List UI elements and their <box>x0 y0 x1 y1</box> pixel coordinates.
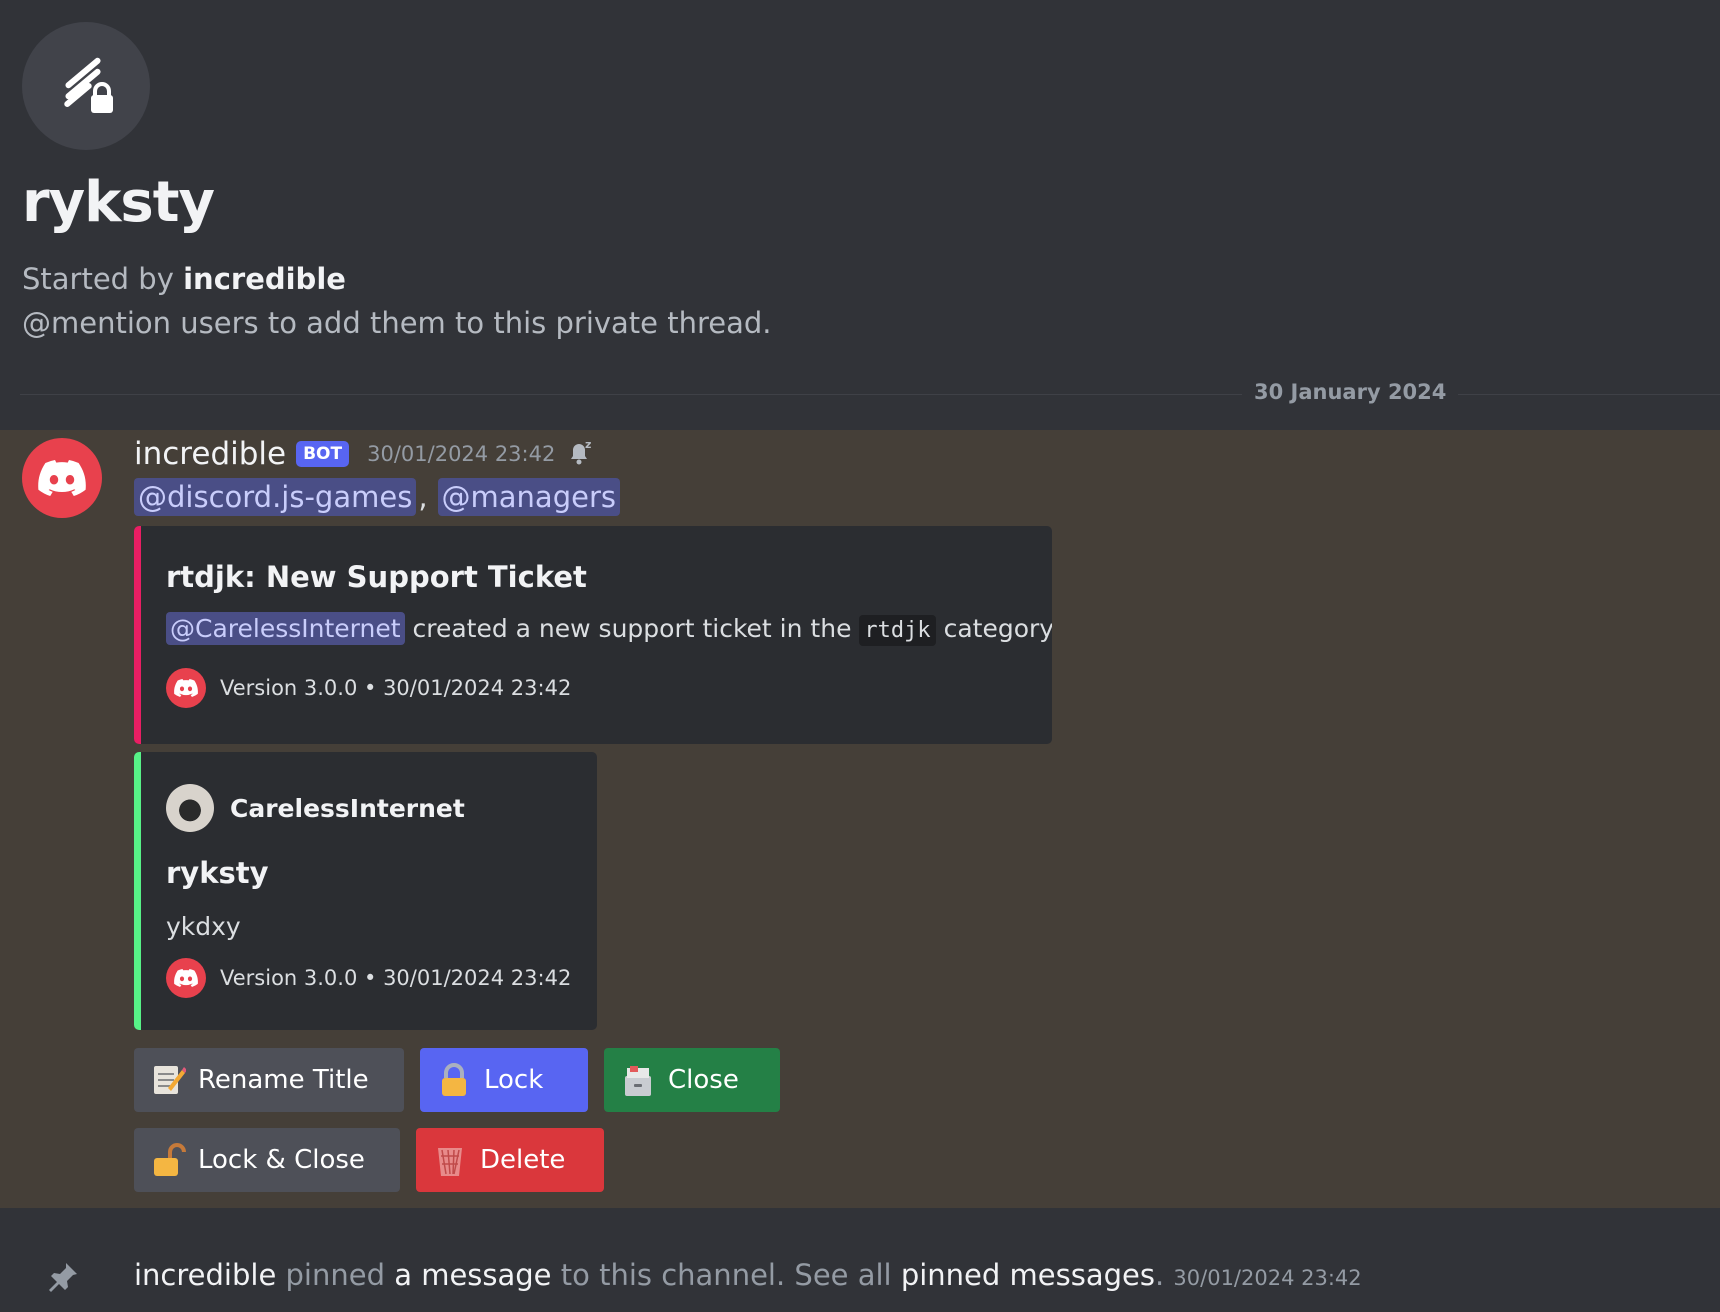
lock-button[interactable]: Lock <box>420 1048 588 1112</box>
pin-user[interactable]: incredible <box>134 1258 276 1292</box>
embed-accent-bar <box>134 752 141 1030</box>
date-divider <box>20 394 1720 395</box>
thread-header: ryksty Started by incredible @mention us… <box>0 0 1720 430</box>
lock-and-close-button[interactable]: Lock & Close <box>134 1128 400 1192</box>
pinned-messages-link[interactable]: pinned messages <box>901 1258 1155 1292</box>
pin-system-text: incredible pinned a message to this chan… <box>134 1258 1362 1292</box>
silent-bell-icon: z <box>565 437 595 471</box>
discord-logo-icon <box>166 668 206 708</box>
embed-footer: Version 3.0.0 • 30/01/2024 23:42 <box>166 958 571 998</box>
thread-title: ryksty <box>22 170 215 235</box>
file-box-icon <box>620 1062 656 1098</box>
category-code: rtdjk <box>859 615 936 646</box>
pin-text-1: pinned <box>285 1258 385 1292</box>
mention-separator: , <box>418 480 428 514</box>
lock-and-close-label: Lock & Close <box>198 1145 365 1175</box>
private-thread-icon <box>22 22 150 150</box>
role-mention-discord-js-games[interactable]: @discord.js-games <box>134 478 417 516</box>
memo-icon <box>150 1062 186 1098</box>
pin-text-3: . <box>1154 1258 1165 1292</box>
bot-message: incredible BOT 30/01/2024 23:42 z @disco… <box>0 430 1720 1208</box>
embed-title: ryksty <box>166 856 269 890</box>
discord-logo-icon <box>38 460 86 496</box>
bot-avatar[interactable] <box>22 438 102 518</box>
started-user[interactable]: incredible <box>183 262 346 296</box>
close-button[interactable]: Close <box>604 1048 780 1112</box>
pin-icon <box>46 1260 80 1298</box>
embed-author: CarelessInternet <box>166 784 465 832</box>
close-label: Close <box>668 1065 739 1095</box>
user-mention[interactable]: @CarelessInternet <box>166 612 405 645</box>
bot-tag: BOT <box>296 441 350 467</box>
lock-label: Lock <box>484 1065 544 1095</box>
embed-author-name: CarelessInternet <box>230 793 465 823</box>
pin-text-2: to this channel. See all <box>560 1258 892 1292</box>
discord-logo-icon <box>166 958 206 998</box>
started-prefix: Started by <box>22 262 174 296</box>
pin-system-message: incredible pinned a message to this chan… <box>0 1208 1720 1312</box>
rename-title-label: Rename Title <box>198 1065 369 1095</box>
embed-title: rtdjk: New Support Ticket <box>166 560 587 594</box>
pin-timestamp[interactable]: 30/01/2024 23:42 <box>1173 1266 1361 1290</box>
message-mentions: @discord.js-games , @managers <box>134 478 620 516</box>
delete-label: Delete <box>480 1145 566 1175</box>
date-divider-label: 30 January 2024 <box>1242 380 1459 404</box>
wastebasket-icon <box>432 1142 468 1178</box>
pinned-message-link[interactable]: a message <box>394 1258 551 1292</box>
embed-desc-text: created a new support ticket in the <box>412 614 852 643</box>
embed-description: ykdxy <box>166 912 241 941</box>
role-mention-managers[interactable]: @managers <box>437 478 620 516</box>
thread-hint: @mention users to add them to this priva… <box>22 306 772 340</box>
embed-desc-text-end: category! <box>943 614 1052 643</box>
ticket-embed: rtdjk: New Support Ticket @CarelessInter… <box>134 526 1052 744</box>
message-timestamp[interactable]: 30/01/2024 23:42 <box>367 442 555 466</box>
embed-accent-bar <box>134 526 141 744</box>
lock-icon <box>436 1062 472 1098</box>
message-header: incredible BOT 30/01/2024 23:42 z <box>134 434 595 474</box>
embed-footer-text: Version 3.0.0 • 30/01/2024 23:42 <box>220 676 572 700</box>
svg-text:z: z <box>585 438 591 451</box>
unlocked-lock-icon <box>150 1142 186 1178</box>
embed-description: @CarelessInternet created a new support … <box>166 612 1052 646</box>
message-author[interactable]: incredible <box>134 436 286 472</box>
delete-button[interactable]: Delete <box>416 1128 604 1192</box>
ticket-info-embed: CarelessInternet ryksty ykdxy Version 3.… <box>134 752 597 1030</box>
embed-footer: Version 3.0.0 • 30/01/2024 23:42 <box>166 668 571 708</box>
embed-footer-text: Version 3.0.0 • 30/01/2024 23:42 <box>220 966 572 990</box>
rename-title-button[interactable]: Rename Title <box>134 1048 404 1112</box>
thread-started-by: Started by incredible <box>22 262 346 296</box>
author-avatar[interactable] <box>166 784 214 832</box>
